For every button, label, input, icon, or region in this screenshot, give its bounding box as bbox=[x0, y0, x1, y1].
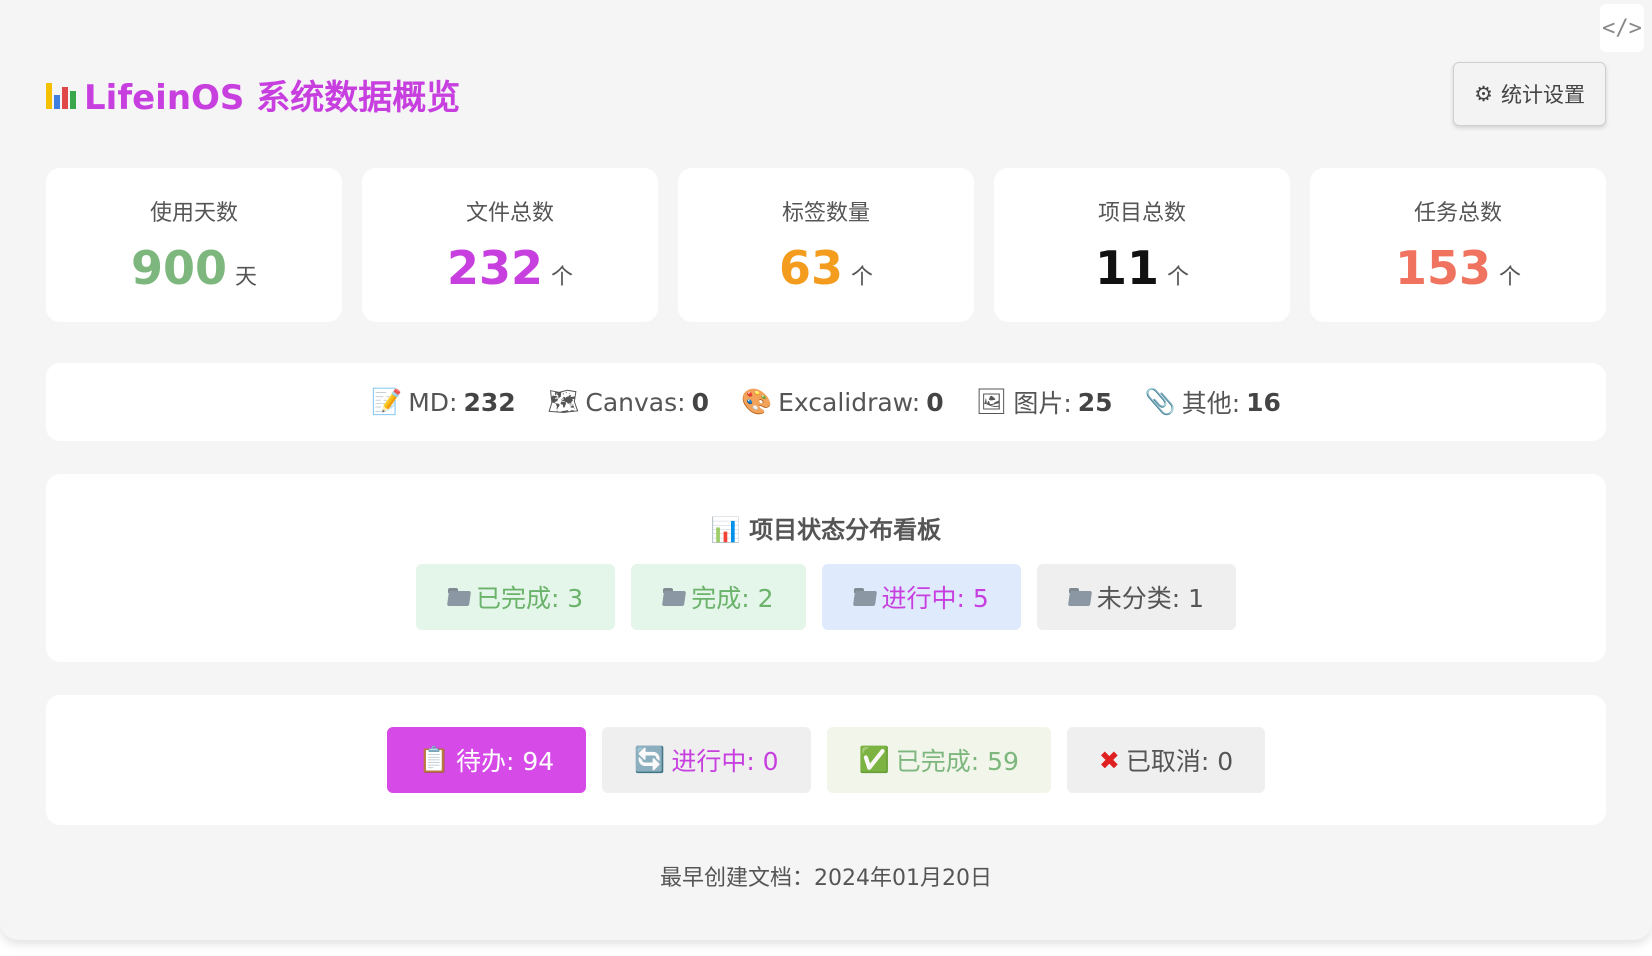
stat-label: 标签数量 bbox=[781, 201, 870, 226]
page-title-text: LifeinOS 系统数据概览 bbox=[84, 77, 461, 118]
task-filter-done[interactable]: ✅ 已完成: 59 bbox=[826, 727, 1051, 793]
project-status-complete[interactable]: 完成: 2 bbox=[631, 564, 806, 630]
paperclip-icon: 📎 bbox=[1144, 387, 1176, 416]
project-status-list: 已完成: 3 完成: 2 进行中: 5 未分类: 1 bbox=[46, 564, 1606, 630]
stat-card-tasks: 任务总数 153 个 bbox=[1310, 168, 1606, 322]
folder-icon bbox=[663, 588, 685, 606]
stat-label: 文件总数 bbox=[465, 201, 554, 226]
stat-label: 任务总数 bbox=[1413, 201, 1502, 226]
folder-icon bbox=[1068, 588, 1091, 606]
stat-unit: 天 bbox=[235, 265, 258, 290]
folder-icon bbox=[447, 588, 470, 606]
task-filter-in-progress[interactable]: 🔄 进行中: 0 bbox=[602, 727, 811, 793]
stats-settings-label: 统计设置 bbox=[1501, 83, 1585, 107]
earliest-doc-date: 最早创建文档：2024年01月20日 bbox=[660, 866, 992, 891]
project-status-in-progress[interactable]: 进行中: 5 bbox=[821, 564, 1021, 630]
header: LifeinOS 系统数据概览 ⚙ 统计设置 bbox=[46, 62, 1606, 126]
file-type-other: 📎 其他: 16 bbox=[1144, 387, 1281, 418]
stat-card-projects: 项目总数 11 个 bbox=[994, 168, 1290, 322]
stat-card-files: 文件总数 232 个 bbox=[362, 168, 658, 322]
file-type-summary: 📝 MD: 232 🗺 Canvas: 0 🎨 Excalidraw: 0 🖼 … bbox=[46, 363, 1606, 441]
task-filter-panel: 📋 待办: 94 🔄 进行中: 0 ✅ 已完成: 59 ✖ 已取消: 0 bbox=[46, 695, 1606, 825]
file-type-canvas: 🗺 Canvas: 0 bbox=[547, 387, 709, 417]
project-status-board: 📊 项目状态分布看板 已完成: 3 完成: 2 进行中: 5 未分类: 1 bbox=[46, 474, 1606, 662]
stat-value: 63 bbox=[778, 241, 843, 295]
project-status-uncategorized[interactable]: 未分类: 1 bbox=[1036, 564, 1237, 630]
memo-icon: 📝 bbox=[371, 387, 403, 416]
board-title: 📊 项目状态分布看板 bbox=[710, 516, 942, 544]
bar-chart-icon bbox=[46, 79, 76, 109]
stat-unit: 个 bbox=[1499, 265, 1522, 290]
stat-value: 900 bbox=[130, 241, 227, 295]
page-title: LifeinOS 系统数据概览 bbox=[46, 70, 460, 119]
check-icon: ✅ bbox=[858, 745, 890, 774]
task-filter-cancelled[interactable]: ✖ 已取消: 0 bbox=[1066, 727, 1266, 793]
refresh-icon: 🔄 bbox=[634, 745, 666, 774]
palette-icon: 🎨 bbox=[740, 387, 773, 416]
stat-value: 11 bbox=[1094, 241, 1159, 295]
clipboard-icon: 📋 bbox=[418, 745, 450, 774]
picture-icon: 🖼 bbox=[975, 387, 1008, 416]
stats-panel: </> LifeinOS 系统数据概览 ⚙ 统计设置 使用天数 900 天 文件… bbox=[0, 0, 1652, 940]
stat-card-tags: 标签数量 63 个 bbox=[678, 168, 974, 322]
stat-unit: 个 bbox=[1167, 265, 1190, 290]
stat-label: 使用天数 bbox=[149, 201, 238, 226]
task-filter-list: 📋 待办: 94 🔄 进行中: 0 ✅ 已完成: 59 ✖ 已取消: 0 bbox=[46, 727, 1606, 793]
bar-chart-icon: 📊 bbox=[710, 516, 741, 544]
stat-unit: 个 bbox=[551, 265, 574, 290]
task-filter-todo[interactable]: 📋 待办: 94 bbox=[386, 727, 587, 793]
file-type-excalidraw: 🎨 Excalidraw: 0 bbox=[740, 387, 944, 417]
stat-cards: 使用天数 900 天 文件总数 232 个 标签数量 63 个 项目总数 11 bbox=[46, 168, 1606, 322]
code-icon: </> bbox=[1602, 15, 1642, 41]
stats-settings-button[interactable]: ⚙ 统计设置 bbox=[1453, 62, 1606, 126]
project-status-done[interactable]: 已完成: 3 bbox=[415, 564, 616, 630]
stat-label: 项目总数 bbox=[1097, 201, 1186, 226]
file-type-md: 📝 MD: 232 bbox=[371, 387, 516, 417]
map-icon: 🗺 bbox=[547, 387, 580, 416]
stat-card-days: 使用天数 900 天 bbox=[46, 168, 342, 322]
folder-icon bbox=[853, 588, 876, 606]
cross-icon: ✖ bbox=[1098, 745, 1120, 775]
stat-unit: 个 bbox=[851, 265, 874, 290]
gear-icon: ⚙ bbox=[1474, 82, 1493, 106]
stat-value: 232 bbox=[446, 241, 543, 295]
code-toggle-button[interactable]: </> bbox=[1600, 4, 1644, 52]
stat-value: 153 bbox=[1394, 241, 1491, 295]
file-type-images: 🖼 图片: 25 bbox=[975, 387, 1113, 418]
